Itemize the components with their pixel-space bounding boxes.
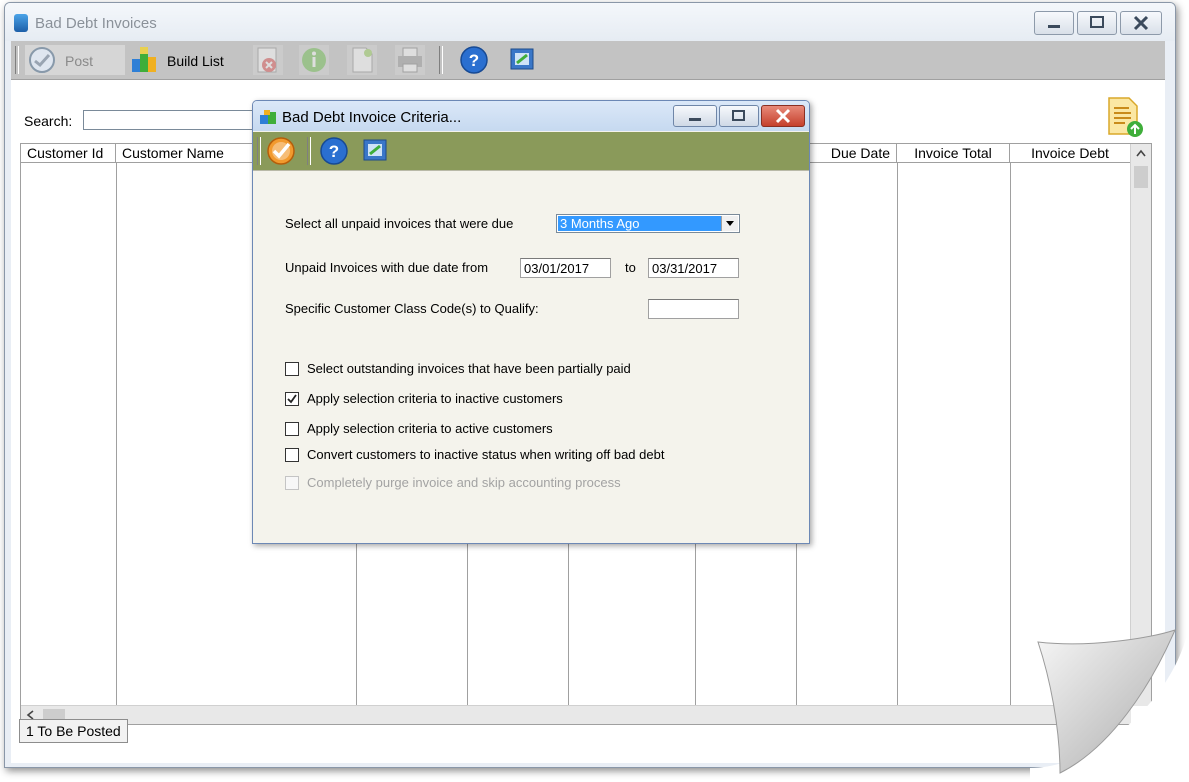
toolbar-separator bbox=[307, 137, 311, 165]
vertical-scrollbar[interactable] bbox=[1130, 144, 1151, 706]
date-from-input[interactable] bbox=[520, 258, 611, 278]
restore-icon bbox=[1090, 16, 1104, 28]
search-input[interactable] bbox=[83, 110, 273, 130]
info-button[interactable] bbox=[299, 45, 329, 75]
scroll-up-icon[interactable] bbox=[1131, 144, 1151, 162]
new-document-button[interactable] bbox=[347, 45, 377, 75]
toolbar-grip bbox=[15, 46, 19, 74]
post-label: Post bbox=[65, 53, 94, 69]
new-document-icon bbox=[352, 47, 373, 73]
checkmark-icon bbox=[287, 394, 297, 404]
active-customers-label[interactable]: Apply selection criteria to active custo… bbox=[307, 421, 553, 436]
date-to-input[interactable] bbox=[648, 258, 739, 278]
dialog-app-icon bbox=[260, 110, 276, 124]
search-label: Search: bbox=[24, 113, 73, 129]
svg-text:?: ? bbox=[329, 142, 339, 161]
close-button[interactable] bbox=[1120, 11, 1162, 35]
restore-icon bbox=[732, 110, 745, 121]
post-button[interactable]: Post bbox=[25, 45, 125, 75]
main-title-bar[interactable]: Bad Debt Invoices bbox=[5, 3, 1175, 41]
class-code-label: Specific Customer Class Code(s) to Quali… bbox=[285, 301, 539, 316]
active-customers-checkbox[interactable] bbox=[285, 422, 299, 436]
help-button[interactable]: ? bbox=[459, 45, 489, 75]
tab-to-be-posted[interactable]: 1 To Be Posted bbox=[19, 719, 128, 743]
maximize-button[interactable] bbox=[1077, 11, 1117, 35]
printer-icon bbox=[398, 47, 422, 73]
post-icon bbox=[29, 47, 55, 73]
convert-inactive-checkbox[interactable] bbox=[285, 448, 299, 462]
info-icon bbox=[302, 48, 326, 72]
minimize-icon bbox=[689, 118, 701, 121]
report-icon[interactable] bbox=[1105, 96, 1145, 138]
help-icon: ? bbox=[460, 46, 488, 74]
build-list-label: Build List bbox=[167, 53, 224, 69]
criteria-dialog: Bad Debt Invoice Criteria... ? Select al… bbox=[252, 100, 810, 544]
dialog-close-button[interactable] bbox=[761, 105, 805, 127]
delete-button[interactable] bbox=[253, 45, 283, 75]
column-divider bbox=[116, 162, 117, 724]
purge-invoice-label: Completely purge invoice and skip accoun… bbox=[307, 475, 621, 490]
dialog-body: Select all unpaid invoices that were due… bbox=[253, 170, 809, 543]
dialog-exit-button[interactable] bbox=[360, 136, 390, 166]
due-period-select[interactable]: 3 Months Ago bbox=[556, 214, 740, 233]
convert-inactive-label[interactable]: Convert customers to inactive status whe… bbox=[307, 447, 664, 462]
close-icon bbox=[775, 108, 791, 124]
minimize-icon bbox=[1048, 25, 1060, 28]
dialog-help-button[interactable]: ? bbox=[319, 136, 349, 166]
column-header-invoice-total[interactable]: Invoice Total bbox=[897, 144, 1010, 162]
toolbar-grip bbox=[257, 137, 261, 165]
exit-button[interactable] bbox=[507, 45, 537, 75]
main-toolbar: Post Build List ? bbox=[11, 41, 1165, 80]
close-icon bbox=[1133, 15, 1149, 31]
purge-invoice-checkbox bbox=[285, 476, 299, 490]
dialog-title: Bad Debt Invoice Criteria... bbox=[282, 109, 462, 126]
column-header-invoice-debt[interactable]: Invoice Debt bbox=[1010, 144, 1131, 162]
due-label: Select all unpaid invoices that were due bbox=[285, 216, 514, 231]
class-code-input[interactable] bbox=[648, 299, 739, 319]
dialog-title-bar[interactable]: Bad Debt Invoice Criteria... bbox=[253, 101, 809, 131]
column-divider bbox=[897, 162, 898, 724]
date-range-label: Unpaid Invoices with due date from bbox=[285, 260, 489, 275]
window-title: Bad Debt Invoices bbox=[35, 15, 157, 32]
vertical-scroll-thumb[interactable] bbox=[1134, 166, 1148, 188]
accept-button[interactable] bbox=[266, 136, 296, 166]
minimize-button[interactable] bbox=[1034, 11, 1074, 35]
exit-icon bbox=[510, 48, 534, 70]
horizontal-scrollbar[interactable] bbox=[21, 705, 1131, 724]
help-icon: ? bbox=[320, 137, 348, 165]
build-list-icon bbox=[132, 47, 156, 72]
inactive-customers-checkbox[interactable] bbox=[285, 392, 299, 406]
inactive-customers-label[interactable]: Apply selection criteria to inactive cus… bbox=[307, 391, 563, 406]
partially-paid-checkbox[interactable] bbox=[285, 362, 299, 376]
chevron-down-icon bbox=[726, 221, 734, 226]
partially-paid-label[interactable]: Select outstanding invoices that have be… bbox=[307, 361, 631, 376]
delete-icon bbox=[257, 47, 277, 73]
due-period-selected: 3 Months Ago bbox=[558, 216, 722, 231]
column-divider bbox=[1010, 162, 1011, 724]
dialog-maximize-button[interactable] bbox=[719, 105, 759, 127]
accept-check-icon bbox=[267, 137, 295, 165]
dialog-minimize-button[interactable] bbox=[673, 105, 717, 127]
build-list-button[interactable]: Build List bbox=[129, 45, 229, 75]
app-icon bbox=[14, 14, 28, 32]
svg-text:?: ? bbox=[469, 51, 479, 70]
toolbar-separator bbox=[439, 46, 443, 74]
column-header-due-date[interactable]: Due Date bbox=[796, 144, 897, 162]
dropdown-arrow[interactable] bbox=[721, 216, 738, 231]
exit-icon bbox=[363, 139, 387, 161]
column-header-customer-id[interactable]: Customer Id bbox=[21, 144, 116, 162]
page-curl-decoration bbox=[1030, 628, 1189, 782]
dialog-toolbar: ? bbox=[253, 132, 809, 170]
print-button[interactable] bbox=[395, 45, 425, 75]
to-label: to bbox=[625, 260, 636, 275]
